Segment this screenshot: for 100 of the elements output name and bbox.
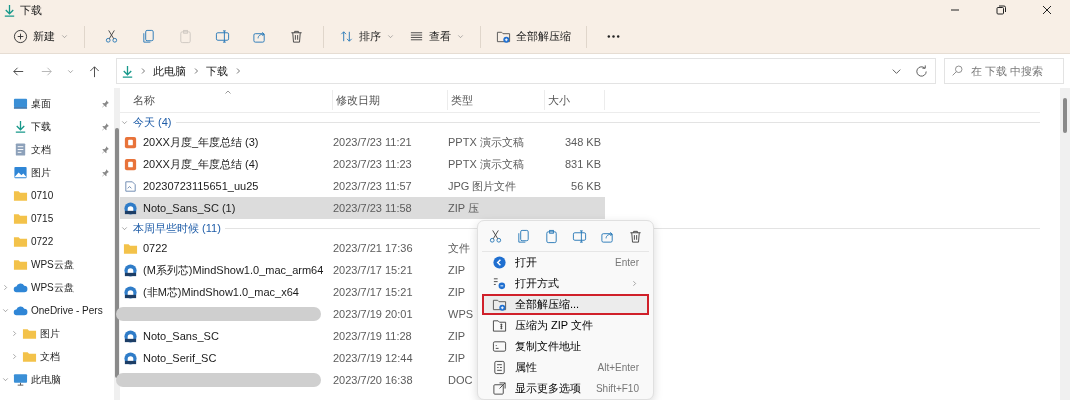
date-cell-text: 2023/7/23 11:58 <box>333 202 413 214</box>
sidebar-item[interactable]: OneDrive - Pers <box>31 305 103 316</box>
folder-icon <box>13 211 28 226</box>
sidebar-item[interactable]: WPS云盘 <box>31 280 74 295</box>
file-row[interactable]: 20230723115651_uu25 2023/7/23 11:57 JPG 图片文件 56 KB <box>120 175 605 197</box>
sidebar-item[interactable]: 0715 <box>31 213 54 224</box>
file-name: Noto_Serif_SC <box>143 352 217 364</box>
menu-item[interactable]: 打开方式 <box>482 273 649 294</box>
column-header[interactable]: 类型 <box>448 90 545 110</box>
menu-item[interactable]: 属性 Alt+Enter <box>482 357 649 378</box>
archive-app-icon <box>123 350 138 366</box>
rename-icon <box>215 29 230 44</box>
date-cell-text: 2023/7/17 15:21 <box>333 264 414 276</box>
file-name: (非M芯)MindShow1.0_mac_x64 <box>143 284 299 300</box>
menu-item[interactable]: 压缩为 ZIP 文件 <box>482 315 649 336</box>
file-row[interactable]: 20XX月度_年度总结 (4) 2023/7/23 11:23 PPTX 演示文稿 831 KB <box>120 153 605 175</box>
properties-icon <box>492 360 507 375</box>
scrollbar-thumb[interactable] <box>115 128 119 378</box>
image-file-icon <box>123 178 138 194</box>
restore-icon <box>995 4 1007 16</box>
search-field[interactable]: 在 下载 中搜索 <box>944 58 1064 84</box>
scrollbar-thumb[interactable] <box>1063 98 1067 133</box>
download-icon <box>120 63 135 79</box>
sidebar-item[interactable]: 此电脑 <box>31 372 61 387</box>
date-cell-text: 2023/7/23 11:21 <box>333 136 413 148</box>
sidebar-item[interactable]: WPS云盘 <box>31 257 74 272</box>
sidebar-item[interactable]: 图片 <box>31 165 51 180</box>
archive-app-icon <box>123 328 138 344</box>
menu-item[interactable]: 全部解压缩... <box>482 294 649 315</box>
date-cell-text: 2023/7/19 12:44 <box>333 352 414 364</box>
trash-icon <box>627 228 643 244</box>
folder-icon <box>13 257 28 272</box>
file-name: 20XX月度_年度总结 (3) <box>143 134 259 150</box>
type-cell-text: ZIP <box>448 352 467 364</box>
column-header[interactable]: 名称 <box>120 90 333 110</box>
chevron-right-icon[interactable] <box>10 329 19 338</box>
open-icon <box>492 255 507 270</box>
document-icon <box>13 142 28 157</box>
presentation-file-icon <box>123 134 138 150</box>
sidebar-item[interactable]: 下载 <box>31 119 51 134</box>
sort-icon <box>339 29 354 44</box>
address-bar[interactable]: 此电脑 下载 <box>116 58 936 84</box>
date-cell-text: 2023/7/19 20:01 <box>333 308 414 320</box>
group-header[interactable]: 今天 (4) <box>133 114 172 130</box>
folder-icon <box>13 234 28 249</box>
date-cell-text: 2023/7/17 15:21 <box>333 286 414 298</box>
refresh-icon[interactable] <box>914 63 929 79</box>
column-header[interactable]: 大小 <box>545 90 605 110</box>
toolbar-button[interactable]: 新建 <box>6 23 76 50</box>
sidebar-item[interactable]: 0710 <box>31 190 54 201</box>
sidebar-item[interactable]: 图片 <box>40 326 60 341</box>
menu-item[interactable]: 打开 Enter <box>482 252 649 273</box>
chevron-right-icon[interactable] <box>1 283 10 292</box>
search-icon <box>951 64 964 77</box>
column-header[interactable]: 修改日期 <box>333 90 448 110</box>
menu-item[interactable]: 显示更多选项 Shift+F10 <box>482 378 649 399</box>
breadcrumb[interactable]: 下载 <box>204 63 230 79</box>
plus-circle-icon <box>13 29 28 44</box>
toolbar-button[interactable]: 排序 <box>332 23 402 50</box>
sidebar-item[interactable]: 文档 <box>40 349 60 364</box>
sidebar-item[interactable]: 桌面 <box>31 96 51 111</box>
rename-icon <box>571 228 587 244</box>
scissors-icon <box>488 228 504 244</box>
file-name: (M系列芯)MindShow1.0_mac_arm64 <box>143 262 324 278</box>
toolbar-button[interactable]: 查看 <box>402 23 472 50</box>
file-row[interactable]: 20XX月度_年度总结 (3) 2023/7/23 11:21 PPTX 演示文稿 348 KB <box>120 131 605 153</box>
monitor-icon <box>13 372 28 387</box>
archive-app-icon <box>123 200 138 216</box>
folder-extract-icon <box>492 297 507 312</box>
folder-icon <box>13 188 28 203</box>
chevron-down-icon[interactable] <box>1 306 10 315</box>
zip-folder-icon <box>492 318 507 333</box>
sidebar-item[interactable]: 文档 <box>31 142 51 157</box>
date-cell-text: 2023/7/23 11:23 <box>333 158 413 170</box>
size-cell-text: 56 KB <box>570 180 602 192</box>
chevron-down-icon[interactable] <box>1 375 10 384</box>
window-title: 下载 <box>20 2 42 18</box>
file-row[interactable]: Noto_Sans_SC (1) 2023/7/23 11:58 ZIP 压 <box>120 197 605 219</box>
copy-path-icon <box>492 339 507 354</box>
type-cell-text: PPTX 演示文稿 <box>448 134 525 150</box>
chevron-right-icon[interactable] <box>10 352 19 361</box>
menu-item[interactable]: 复制文件地址 <box>482 336 649 357</box>
close-icon <box>1041 4 1053 16</box>
file-name: 20XX月度_年度总结 (4) <box>143 156 259 172</box>
type-cell-text: WPS <box>448 308 475 320</box>
sort-ascending-icon <box>224 88 232 96</box>
type-cell-text: PPTX 演示文稿 <box>448 156 525 172</box>
open-with-icon <box>492 276 507 291</box>
breadcrumb[interactable]: 此电脑 <box>151 63 188 79</box>
picture-icon <box>13 165 28 180</box>
group-header[interactable]: 本周早些时候 (11) <box>133 220 221 236</box>
sidebar-item[interactable]: 0722 <box>31 236 54 247</box>
toolbar-button[interactable]: 全部解压缩 <box>489 23 578 50</box>
cloud-icon <box>13 303 28 318</box>
copy-icon <box>516 228 532 244</box>
size-cell-text: 348 KB <box>563 136 602 148</box>
trash-icon <box>289 29 304 44</box>
date-cell-text: 2023/7/23 11:57 <box>333 180 413 192</box>
share-icon <box>252 29 267 44</box>
file-name: Noto_Sans_SC <box>143 330 219 342</box>
